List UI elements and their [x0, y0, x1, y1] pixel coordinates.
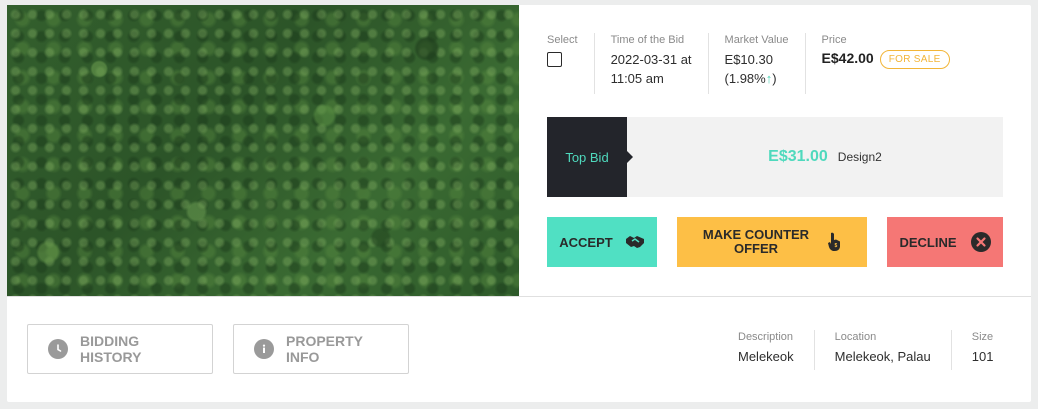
- accept-button-label: ACCEPT: [559, 234, 613, 250]
- accept-button[interactable]: ACCEPT: [547, 217, 657, 267]
- location-label: Location: [834, 331, 877, 343]
- market-value-column: Market Value E$10.30 (1.98%↑): [725, 33, 806, 94]
- description-label: Description: [738, 331, 794, 343]
- bid-time-date: 2022-03-31 at: [610, 52, 692, 67]
- market-value-label: Market Value: [724, 34, 789, 46]
- decline-button-label: DECLINE: [899, 234, 957, 250]
- bidding-history-button[interactable]: BIDDING HISTORY: [27, 324, 213, 374]
- market-change-close: ): [772, 71, 777, 86]
- price-row: E$42.00 FOR SALE: [822, 50, 950, 69]
- counter-offer-label-line2: OFFER: [733, 241, 779, 256]
- select-column: Select: [547, 33, 595, 94]
- bid-time-label: Time of the Bid: [610, 34, 685, 46]
- property-info-button[interactable]: PROPERTY INFO: [233, 324, 409, 374]
- pointing-hand-icon: $: [827, 232, 841, 252]
- bid-time-column: Time of the Bid 2022-03-31 at 11:05 am: [611, 33, 709, 94]
- location-value: Melekeok, Palau: [834, 349, 931, 364]
- market-value: E$10.30: [724, 52, 773, 67]
- size-column: Size 101: [972, 330, 994, 370]
- price-label: Price: [821, 34, 847, 46]
- counter-offer-label: MAKE COUNTER OFFER: [703, 228, 809, 256]
- price-value: E$42.00: [821, 50, 874, 66]
- bid-card: Select Time of the Bid 2022-03-31 at 11:…: [7, 5, 1031, 402]
- counter-offer-label-line1: MAKE COUNTER: [702, 227, 810, 242]
- top-bid-content: E$31.00 Design2: [627, 117, 1003, 197]
- decline-button[interactable]: DECLINE: [887, 217, 1003, 267]
- property-info-label: PROPERTY INFO: [286, 333, 363, 365]
- bidding-history-label: BIDDING HISTORY: [80, 333, 142, 365]
- clock-icon: [48, 339, 68, 359]
- top-bid-user: Design2: [837, 150, 882, 164]
- info-icon: [254, 339, 274, 359]
- close-circle-icon: [970, 232, 991, 252]
- top-bid-panel: Top Bid E$31.00 Design2: [547, 117, 1003, 197]
- section-divider: [7, 296, 1031, 297]
- description-column: Description Melekeok: [738, 330, 815, 370]
- top-bid-amount: E$31.00: [768, 148, 828, 165]
- bid-summary: Select Time of the Bid 2022-03-31 at 11:…: [547, 33, 950, 94]
- property-details: Description Melekeok Location Melekeok, …: [738, 330, 993, 370]
- market-change: (1.98%↑): [725, 69, 789, 88]
- for-sale-badge: FOR SALE: [879, 50, 950, 69]
- market-change-open: (1.98%: [724, 71, 766, 86]
- top-bid-label: Top Bid: [547, 117, 627, 197]
- handshake-icon: [625, 235, 645, 249]
- select-label: Select: [547, 34, 578, 46]
- location-column: Location Melekeok, Palau: [835, 330, 952, 370]
- make-counter-offer-button[interactable]: MAKE COUNTER OFFER $: [677, 217, 867, 267]
- size-label: Size: [971, 331, 994, 343]
- select-checkbox[interactable]: [547, 52, 562, 67]
- description-value: Melekeok: [738, 349, 794, 364]
- size-value: 101: [971, 349, 994, 364]
- bid-time-hour: 11:05 am: [610, 71, 664, 86]
- price-column: Price E$42.00 FOR SALE: [822, 33, 950, 94]
- property-aerial-image: [7, 5, 519, 296]
- svg-text:$: $: [835, 243, 838, 249]
